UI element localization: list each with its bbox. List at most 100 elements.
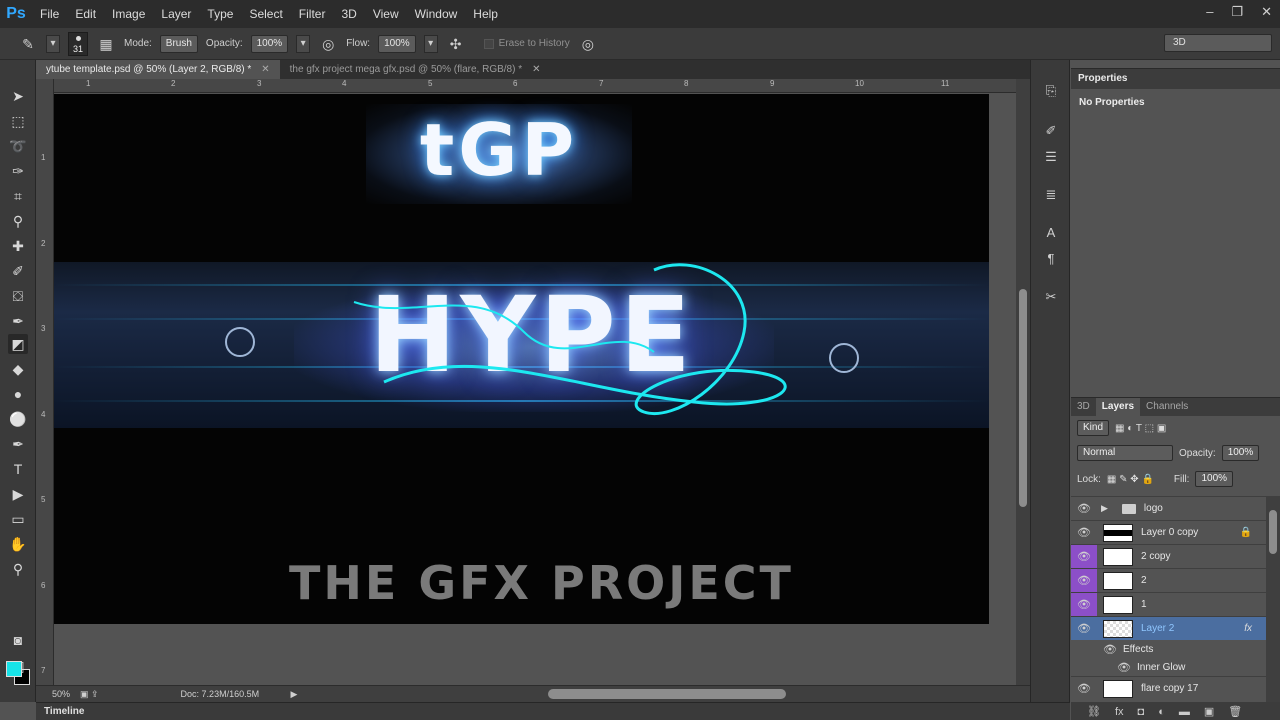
opacity-input[interactable]: 100% — [250, 34, 289, 53]
quick-select-tool-icon[interactable]: ✑ — [8, 161, 28, 181]
fx-icon[interactable]: fx — [1115, 706, 1124, 718]
status-menu-arrow-icon[interactable]: ▶ — [291, 689, 298, 700]
paragraph-panel-icon[interactable]: ¶ — [1042, 250, 1060, 268]
close-icon[interactable]: ✕ — [261, 60, 269, 79]
tool-preset-dropdown[interactable]: ▾ — [46, 34, 60, 53]
lasso-tool-icon[interactable]: ➰ — [8, 136, 28, 156]
airbrush-icon[interactable]: ✣ — [446, 34, 466, 54]
tab-gfx-project[interactable]: the gfx project mega gfx.psd @ 50% (flar… — [280, 60, 551, 79]
foreground-color-swatch[interactable] — [6, 661, 22, 677]
brush-size-picker[interactable]: 31 — [68, 31, 88, 56]
menu-type[interactable]: Type — [199, 0, 241, 28]
quick-mask-icon[interactable]: ◙ — [8, 630, 28, 650]
tool-presets-icon[interactable]: ✂ — [1042, 288, 1060, 306]
mode-select[interactable]: Brush — [159, 34, 198, 53]
opacity-dropdown[interactable]: ▾ — [296, 34, 311, 53]
menu-window[interactable]: Window — [407, 0, 466, 28]
pressure-opacity-icon[interactable]: ◎ — [318, 34, 338, 54]
clone-stamp-tool-icon[interactable]: ⛋ — [8, 286, 28, 306]
shape-tool-icon[interactable]: ▭ — [8, 509, 28, 529]
tab-layers[interactable]: Layers — [1095, 398, 1141, 416]
flow-dropdown[interactable]: ▾ — [423, 34, 438, 53]
pen-tool-icon[interactable]: ✒ — [8, 434, 28, 454]
kind-filter-select[interactable]: Kind — [1077, 420, 1110, 436]
visibility-eye-icon[interactable]: 👁 — [1071, 568, 1097, 593]
character-panel-icon[interactable]: A — [1042, 224, 1060, 242]
fill-input[interactable]: 100% — [1195, 471, 1234, 487]
tab-ytube-template[interactable]: ytube template.psd @ 50% (Layer 2, RGB/8… — [36, 60, 280, 79]
tab-properties[interactable]: Properties — [1071, 69, 1280, 89]
restore-icon[interactable]: ❐ — [1231, 4, 1243, 20]
history-panel-icon[interactable]: ⎘ — [1042, 82, 1060, 100]
menu-image[interactable]: Image — [104, 0, 153, 28]
new-layer-icon[interactable]: ▣ — [1204, 705, 1214, 718]
layer-row-layer-2[interactable]: 👁 Layer 2 fx — [1071, 616, 1266, 640]
adjustment-layer-icon[interactable]: ◐ — [1158, 706, 1165, 718]
workspace-switcher[interactable]: 3D — [1164, 34, 1272, 52]
new-group-icon[interactable]: ▬ — [1179, 706, 1190, 718]
fx-badge[interactable]: fx — [1244, 623, 1252, 634]
minimize-icon[interactable]: ‒ — [1206, 4, 1213, 20]
ruler-vertical[interactable]: 1 2 3 4 5 6 7 — [36, 79, 54, 685]
brush-panel-icon[interactable]: ▦ — [96, 34, 116, 54]
flow-input[interactable]: 100% — [378, 34, 416, 53]
menu-select[interactable]: Select — [241, 0, 290, 28]
menu-filter[interactable]: Filter — [291, 0, 334, 28]
paint-bucket-tool-icon[interactable]: ◆ — [8, 359, 28, 379]
layer-row-flare-copy-17[interactable]: 👁 flare copy 17 — [1071, 676, 1266, 700]
lock-icons[interactable]: ▦ ✎ ✥ 🔒 — [1107, 474, 1154, 485]
layer-opacity-input[interactable]: 100% — [1221, 445, 1260, 461]
visibility-eye-icon[interactable]: 👁 — [1071, 502, 1097, 515]
visibility-eye-icon[interactable]: 👁 — [1071, 592, 1097, 617]
layers-scrollbar[interactable] — [1266, 496, 1280, 702]
marquee-tool-icon[interactable]: ⬚ — [8, 111, 28, 131]
pressure-size-icon[interactable]: ◎ — [578, 34, 598, 54]
canvas-vertical-scrollbar[interactable] — [1016, 79, 1030, 685]
menu-file[interactable]: File — [32, 0, 67, 28]
add-mask-icon[interactable]: ◘ — [1138, 706, 1145, 718]
path-select-tool-icon[interactable]: ▶ — [8, 484, 28, 504]
zoom-level[interactable]: 50% — [52, 689, 80, 699]
tab-channels[interactable]: Channels — [1140, 398, 1194, 416]
canvas-horizontal-scrollbar-thumb[interactable] — [548, 689, 786, 699]
visibility-eye-icon[interactable]: 👁 — [1111, 661, 1137, 674]
erase-to-history-option[interactable]: Erase to History — [483, 38, 570, 49]
eraser-tool-icon[interactable]: ◩ — [8, 334, 28, 354]
visibility-eye-icon[interactable]: 👁 — [1071, 622, 1097, 635]
visibility-eye-icon[interactable]: 👁 — [1071, 544, 1097, 569]
move-tool-icon[interactable]: ➤ — [8, 86, 28, 106]
blend-mode-select[interactable]: Normal — [1077, 445, 1173, 461]
layer-row-2-copy[interactable]: 👁 2 copy — [1071, 544, 1266, 569]
status-icon[interactable]: ▣ ⇪ — [80, 689, 99, 700]
expand-arrow-icon[interactable]: ▶ — [1101, 503, 1108, 514]
layer-row-logo[interactable]: 👁 ▶ logo — [1071, 496, 1266, 520]
menu-view[interactable]: View — [365, 0, 407, 28]
visibility-eye-icon[interactable]: 👁 — [1071, 526, 1097, 539]
hand-tool-icon[interactable]: ✋ — [8, 534, 28, 554]
dodge-tool-icon[interactable]: ⚪ — [8, 409, 28, 429]
layer-row-1[interactable]: 👁 1 — [1071, 592, 1266, 617]
type-tool-icon[interactable]: T — [8, 459, 28, 479]
paragraph-styles-icon[interactable]: ≣ — [1042, 186, 1060, 204]
scrollbar-thumb[interactable] — [1269, 510, 1277, 554]
inner-glow-row[interactable]: 👁 Inner Glow — [1071, 658, 1266, 676]
ruler-horizontal[interactable]: 1 2 3 4 5 6 7 8 9 10 11 — [54, 79, 1016, 93]
scrollbar-thumb[interactable] — [1019, 289, 1027, 507]
healing-tool-icon[interactable]: ✚ — [8, 236, 28, 256]
filter-icons[interactable]: ▦ ◐ T ⬚ ▣ — [1115, 423, 1166, 434]
menu-edit[interactable]: Edit — [67, 0, 104, 28]
visibility-eye-icon[interactable]: 👁 — [1097, 643, 1123, 656]
layer-row-layer-0-copy[interactable]: 👁 Layer 0 copy 🔒 — [1071, 520, 1266, 544]
crop-tool-icon[interactable]: ⌗ — [8, 186, 28, 206]
menu-layer[interactable]: Layer — [153, 0, 199, 28]
document-canvas[interactable]: tGP HYPE THE GFX PROJECT — [54, 94, 989, 624]
eyedropper-tool-icon[interactable]: ⚲ — [8, 211, 28, 231]
link-layers-icon[interactable]: ⛓ — [1087, 705, 1101, 718]
close-icon[interactable]: ✕ — [532, 60, 540, 79]
canvas-workspace[interactable]: tGP HYPE THE GFX PROJECT — [54, 94, 1016, 684]
brush-panel-icon[interactable]: ✐ — [1042, 122, 1060, 140]
delete-layer-icon[interactable]: 🗑 — [1228, 705, 1242, 718]
timeline-panel-bar[interactable]: Timeline — [36, 702, 1070, 720]
visibility-eye-icon[interactable]: 👁 — [1071, 682, 1097, 695]
close-icon[interactable]: ✕ — [1261, 4, 1272, 20]
